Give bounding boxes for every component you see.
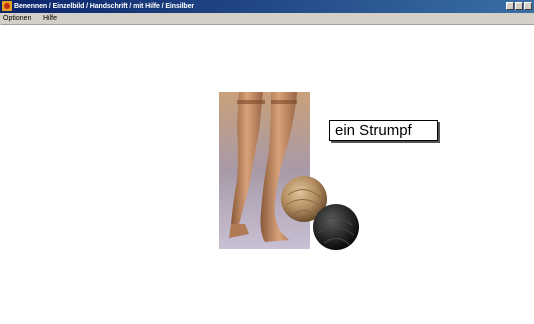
stocking-balls-icon bbox=[281, 176, 359, 250]
maximize-button[interactable] bbox=[515, 2, 523, 10]
app-icon[interactable] bbox=[2, 1, 12, 11]
menu-hilfe[interactable]: Hilfe bbox=[43, 13, 57, 24]
menu-bar: Optionen Hilfe bbox=[0, 13, 534, 25]
title-bar[interactable]: Benennen / Einzelbild / Handschrift / mi… bbox=[0, 0, 534, 13]
close-button[interactable] bbox=[524, 2, 532, 10]
word-label[interactable]: ein Strumpf bbox=[329, 120, 438, 141]
minimize-button[interactable] bbox=[506, 2, 514, 10]
window-controls bbox=[506, 2, 532, 10]
window-title: Benennen / Einzelbild / Handschrift / mi… bbox=[14, 3, 195, 10]
menu-optionen[interactable]: Optionen bbox=[3, 13, 31, 24]
content-area: ein Strumpf bbox=[0, 25, 534, 324]
